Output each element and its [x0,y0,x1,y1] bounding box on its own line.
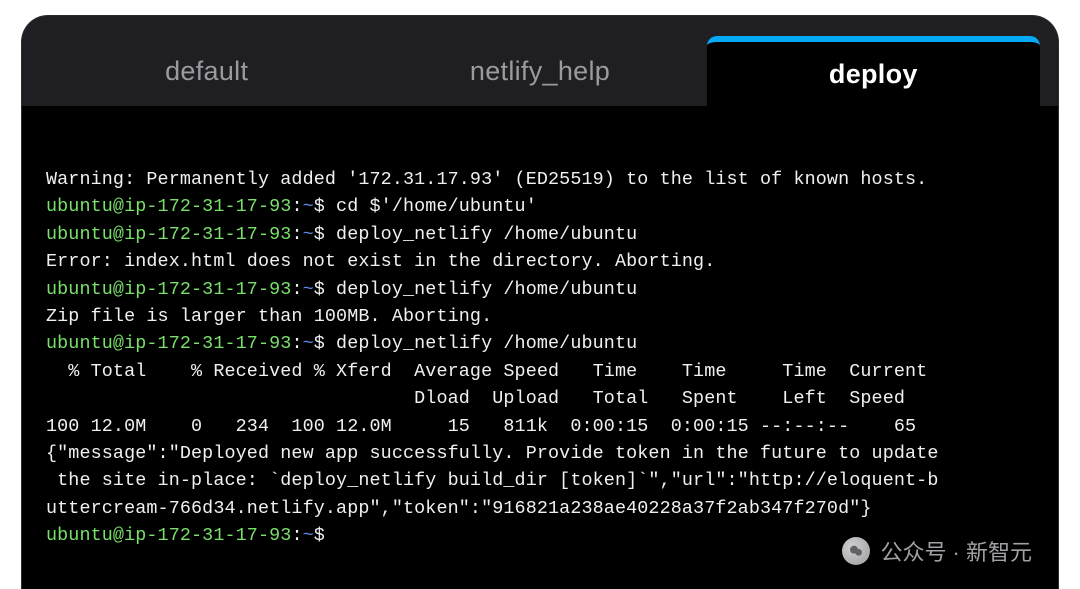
prompt-symbol: $ [314,224,325,245]
terminal-line: Warning: Permanently added '172.31.17.93… [46,166,1034,193]
terminal-line: 100 12.0M 0 234 100 12.0M 15 811k 0:00:1… [46,413,1034,440]
prompt-userhost: ubuntu@ip-172-31-17-93 [46,525,291,546]
terminal-line: uttercream-766d34.netlify.app","token":"… [46,495,1034,522]
command-text [325,525,336,546]
prompt-userhost: ubuntu@ip-172-31-17-93 [46,333,291,354]
watermark-label: 公众号 · 新智元 [880,535,1032,567]
prompt-path: ~ [303,525,314,546]
watermark: 公众号 · 新智元 [842,535,1032,567]
terminal-line: ubuntu@ip-172-31-17-93:~$ cd $'/home/ubu… [46,193,1034,220]
command-text: deploy_netlify /home/ubuntu [325,279,637,300]
terminal-line: ubuntu@ip-172-31-17-93:~$ deploy_netlify… [46,330,1034,357]
terminal-line: Dload Upload Total Spent Left Speed [46,385,1034,412]
prompt-sep: : [291,279,302,300]
prompt-sep: : [291,196,302,217]
terminal-window: default netlify_help deploy Warning: Per… [22,16,1058,589]
prompt-sep: : [291,525,302,546]
terminal-line: the site in-place: `deploy_netlify build… [46,467,1034,494]
tab-netlify-help[interactable]: netlify_help [373,36,706,106]
prompt-path: ~ [303,196,314,217]
terminal-line: Zip file is larger than 100MB. Aborting. [46,303,1034,330]
terminal-line: {"message":"Deployed new app successfull… [46,440,1034,467]
prompt-path: ~ [303,279,314,300]
prompt-path: ~ [303,333,314,354]
prompt-userhost: ubuntu@ip-172-31-17-93 [46,196,291,217]
command-text: deploy_netlify /home/ubuntu [325,224,637,245]
prompt-symbol: $ [314,333,325,354]
prompt-userhost: ubuntu@ip-172-31-17-93 [46,279,291,300]
tab-label: deploy [829,59,918,90]
prompt-symbol: $ [314,196,325,217]
prompt-symbol: $ [314,279,325,300]
terminal-output[interactable]: Warning: Permanently added '172.31.17.93… [22,106,1058,589]
command-text: deploy_netlify /home/ubuntu [325,333,637,354]
tab-label: netlify_help [470,56,610,87]
prompt-path: ~ [303,224,314,245]
prompt-sep: : [291,333,302,354]
prompt-sep: : [291,224,302,245]
terminal-line: ubuntu@ip-172-31-17-93:~$ deploy_netlify… [46,276,1034,303]
tab-deploy[interactable]: deploy [707,36,1040,106]
terminal-line: Error: index.html does not exist in the … [46,248,1034,275]
tab-label: default [165,56,248,87]
command-text: cd $'/home/ubuntu' [325,196,537,217]
terminal-line: % Total % Received % Xferd Average Speed… [46,358,1034,385]
prompt-symbol: $ [314,525,325,546]
tab-bar: default netlify_help deploy [22,16,1058,106]
prompt-userhost: ubuntu@ip-172-31-17-93 [46,224,291,245]
terminal-line: ubuntu@ip-172-31-17-93:~$ deploy_netlify… [46,221,1034,248]
wechat-icon [842,537,870,565]
tab-default[interactable]: default [40,36,373,106]
